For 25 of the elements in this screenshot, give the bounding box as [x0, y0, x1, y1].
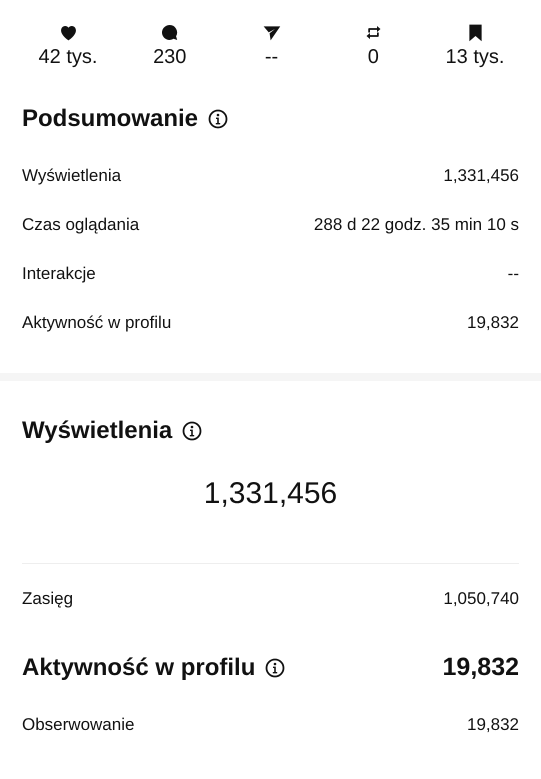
metric-label: Interakcje	[22, 264, 96, 284]
metric-label: Zasięg	[22, 588, 74, 608]
metric-label: Wyświetlenia	[22, 166, 122, 186]
stat-count: 230	[153, 46, 186, 69]
metric-value: 1,050,740	[443, 588, 519, 608]
stat-count: 0	[368, 46, 379, 69]
section-total: 19,832	[442, 653, 519, 682]
section-title: Podsumowanie	[22, 105, 198, 133]
stat-count: 13 tys.	[446, 46, 504, 69]
metric-value: --	[508, 264, 519, 284]
total-views: 1,331,456	[202, 476, 338, 512]
metric-value: 1,331,456	[443, 166, 519, 186]
info-icon[interactable]	[265, 658, 286, 678]
metric-label: Obserwowanie	[22, 714, 134, 734]
section-title: Aktywność w profilu	[22, 654, 256, 682]
stat-count: --	[264, 46, 278, 69]
stat-count: 42 tys.	[38, 46, 98, 69]
metric-value: 288 d 22 godz. 35 min 10 s	[314, 214, 519, 234]
metric-value: 19,832	[467, 714, 519, 734]
metric-label: Czas oglądania	[22, 214, 140, 234]
section-title: Wyświetlenia	[22, 417, 172, 445]
metric-value: 19,832	[467, 312, 519, 332]
metric-label: Aktywność w profilu	[22, 312, 172, 332]
info-icon[interactable]	[182, 421, 202, 441]
info-icon[interactable]	[208, 109, 228, 129]
